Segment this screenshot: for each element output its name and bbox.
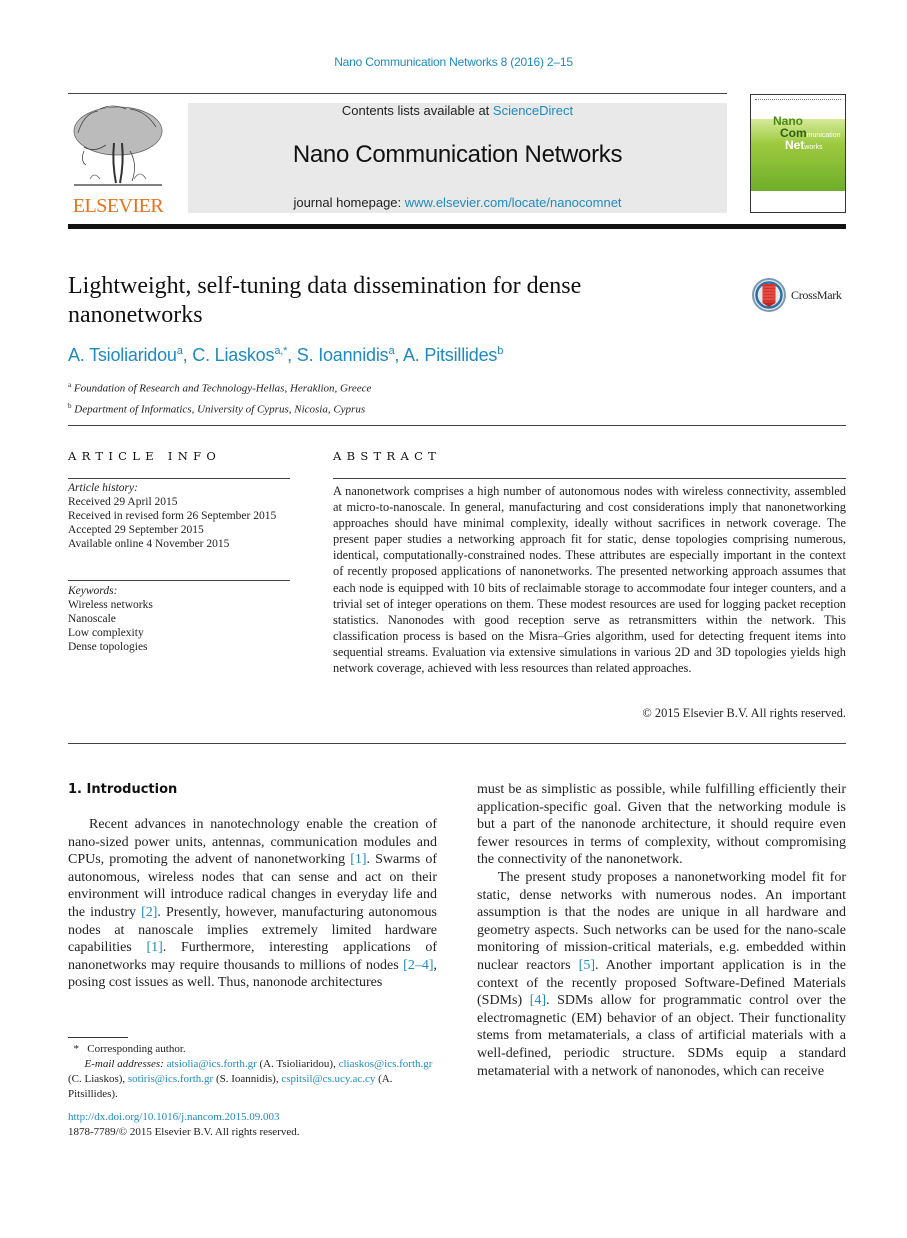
crossmark-icon [752, 278, 786, 312]
crossmark-label: CrossMark [791, 288, 842, 302]
homepage-prefix: journal homepage: [293, 195, 405, 210]
corresponding-author-note: * Corresponding author. [68, 1042, 437, 1057]
section-divider [68, 425, 846, 426]
email-label: E-mail addresses: [84, 1058, 164, 1070]
email-owner: (S. Ioannidis), [215, 1073, 279, 1085]
email-link[interactable]: cliaskos@ics.forth.gr [339, 1058, 433, 1070]
cover-title-line3: Networks [785, 139, 823, 154]
footnote-divider [68, 1037, 128, 1038]
citation-link[interactable]: [1] [146, 940, 162, 955]
author-affiliation-mark[interactable]: a,* [274, 345, 287, 357]
citation-link[interactable]: [2] [141, 905, 157, 920]
body-paragraph: The present study proposes a nanonetwork… [477, 869, 846, 1080]
citation-link[interactable]: [4] [530, 993, 546, 1008]
body-paragraph: Recent advances in nanotechnology enable… [68, 816, 437, 992]
contents-prefix: Contents lists available at [341, 103, 493, 118]
email-link[interactable]: sotiris@ics.forth.gr [128, 1073, 213, 1085]
keyword-item: Dense topologies [68, 641, 148, 653]
email-addresses: E-mail addresses: atsiolia@ics.forth.gr … [68, 1057, 437, 1102]
affiliation-list: a Foundation of Research and Technology-… [68, 377, 371, 418]
history-item: Accepted 29 September 2015 [68, 524, 204, 536]
header-thick-rule [68, 224, 846, 229]
affiliation-text: Foundation of Research and Technology-He… [73, 382, 372, 395]
body-paragraph: must be as simplistic as possible, while… [477, 782, 846, 868]
article-info-divider [68, 580, 290, 581]
section-divider [68, 743, 846, 744]
elsevier-logo[interactable]: ELSEVIER [68, 103, 168, 217]
citation-link[interactable]: [2–4] [403, 958, 433, 973]
journal-reference-link[interactable]: Nano Communication Networks 8 (2016) 2–1… [0, 55, 907, 69]
citation-link[interactable]: [1] [350, 852, 366, 867]
history-item: Available online 4 November 2015 [68, 538, 230, 550]
affiliation-mark: a [68, 381, 72, 389]
abstract-divider [333, 478, 846, 479]
body-column-right: must be as simplistic as possible, while… [477, 781, 846, 1080]
journal-name: Nano Communication Networks [292, 141, 623, 168]
journal-cover-thumbnail[interactable]: Nano Communication Networks [750, 94, 846, 213]
abstract-copyright: © 2015 Elsevier B.V. All rights reserved… [642, 706, 846, 720]
author-link[interactable]: A. Pitsillides [403, 345, 497, 365]
keyword-item: Low complexity [68, 627, 144, 639]
issn-copyright: 1878-7789/© 2015 Elsevier B.V. All right… [68, 1126, 300, 1138]
history-item: Received 29 April 2015 [68, 496, 178, 508]
keyword-item: Nanoscale [68, 613, 116, 625]
affiliation-mark: b [68, 401, 72, 410]
citation-link[interactable]: [5] [579, 958, 595, 973]
corresponding-author-text: Corresponding author. [87, 1043, 186, 1055]
author-link[interactable]: A. Tsioliaridou [68, 345, 177, 365]
email-owner: (C. Liaskos), [68, 1073, 126, 1085]
author-link[interactable]: S. Ioannidis [297, 345, 389, 365]
doi-link[interactable]: http://dx.doi.org/10.1016/j.nancom.2015.… [68, 1110, 300, 1125]
journal-homepage-link[interactable]: www.elsevier.com/locate/nanocomnet [405, 195, 622, 210]
article-info-divider [68, 478, 290, 479]
journal-header-box: Contents lists available at ScienceDirec… [188, 103, 727, 213]
body-column-left: Recent advances in nanotechnology enable… [68, 816, 437, 992]
cover-title-line3-big: Net [785, 138, 805, 152]
history-item: Received in revised form 26 September 20… [68, 510, 277, 522]
article-history-label: Article history: [68, 482, 138, 494]
homepage-line: journal homepage: www.elsevier.com/locat… [188, 195, 727, 210]
abstract-text: A nanonetwork comprises a high number of… [333, 484, 846, 676]
author-affiliation-mark[interactable]: b [497, 345, 503, 357]
header-divider [68, 93, 727, 94]
article-history: Article history: Received 29 April 2015 … [68, 481, 290, 551]
doi-block: http://dx.doi.org/10.1016/j.nancom.2015.… [68, 1110, 300, 1140]
affiliation-item: a Foundation of Research and Technology-… [68, 377, 371, 398]
email-link[interactable]: cspitsil@cs.ucy.ac.cy [281, 1073, 375, 1085]
elsevier-wordmark: ELSEVIER [72, 195, 164, 217]
article-title: Lightweight, self-tuning data disseminat… [68, 273, 582, 328]
footnotes: * Corresponding author. E-mail addresses… [68, 1042, 437, 1102]
keywords: Keywords: Wireless networks Nanoscale Lo… [68, 584, 290, 654]
author-separator: , [394, 345, 403, 365]
affiliation-text: Department of Informatics, University of… [74, 403, 366, 416]
affiliation-item: b Department of Informatics, University … [68, 398, 371, 419]
cover-title-line3-small: works [804, 144, 823, 151]
contents-line: Contents lists available at ScienceDirec… [188, 103, 727, 118]
keywords-label: Keywords: [68, 585, 118, 597]
keyword-item: Wireless networks [68, 599, 153, 611]
crossmark-button[interactable]: CrossMark [752, 278, 848, 314]
article-info-heading: ARTICLE INFO [68, 449, 222, 463]
footnote-star: * [73, 1043, 80, 1055]
email-owner: (A. Tsioliaridou), [259, 1058, 336, 1070]
abstract-heading: ABSTRACT [333, 449, 442, 463]
cover-title-line2-small: munication [806, 132, 841, 139]
elsevier-tree-icon [73, 105, 163, 186]
author-separator: , [287, 345, 297, 365]
author-list: A. Tsioliaridoua, C. Liaskosa,*, S. Ioan… [68, 345, 503, 366]
email-link[interactable]: atsiolia@ics.forth.gr [167, 1058, 257, 1070]
sciencedirect-link[interactable]: ScienceDirect [493, 103, 573, 118]
author-separator: , [182, 345, 193, 365]
author-link[interactable]: C. Liaskos [192, 345, 274, 365]
section-heading-introduction: 1. Introduction [68, 782, 178, 797]
cover-topbar [755, 99, 841, 102]
